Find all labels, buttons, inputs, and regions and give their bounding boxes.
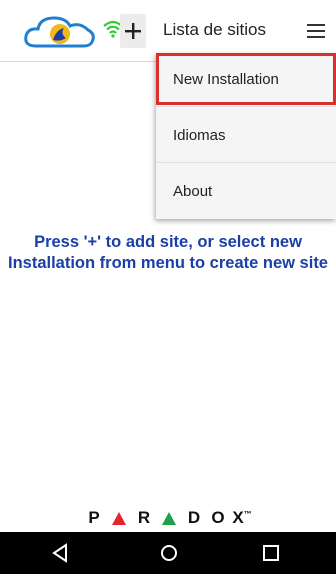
- empty-state-message: Press '+' to add site, or select new Ins…: [8, 233, 328, 272]
- android-navigation-bar: [0, 532, 336, 574]
- brand-letter-x: X: [232, 508, 244, 527]
- brand-letter: R: [137, 508, 151, 527]
- paradox-brand-logo: P R D O X™: [0, 506, 336, 530]
- trademark-symbol: ™: [243, 509, 252, 519]
- app-screen: Lista de sitios New Installation Idiomas…: [0, 0, 336, 574]
- add-site-button[interactable]: [120, 14, 146, 48]
- overflow-menu-button[interactable]: [295, 14, 336, 48]
- green-triangle-icon: [162, 511, 176, 525]
- home-icon[interactable]: [156, 540, 182, 566]
- brand-letter: D: [187, 508, 201, 527]
- menu-item-idiomas[interactable]: Idiomas: [156, 109, 336, 163]
- brand-letter: P: [88, 508, 100, 527]
- hamburger-icon: [306, 24, 325, 38]
- brand-letter: O: [211, 508, 225, 527]
- recent-apps-icon[interactable]: [258, 540, 284, 566]
- page-title: Lista de sitios: [163, 20, 266, 39]
- swan-cloud-logo-icon[interactable]: [22, 12, 98, 52]
- back-icon[interactable]: [47, 540, 73, 566]
- menu-item-new-installation[interactable]: New Installation: [156, 53, 336, 107]
- overflow-menu: New Installation Idiomas About: [156, 53, 336, 219]
- menu-item-about[interactable]: About: [156, 164, 336, 218]
- brand-letter: X™: [230, 508, 254, 528]
- plus-icon: [125, 23, 141, 39]
- red-triangle-icon: [112, 511, 126, 525]
